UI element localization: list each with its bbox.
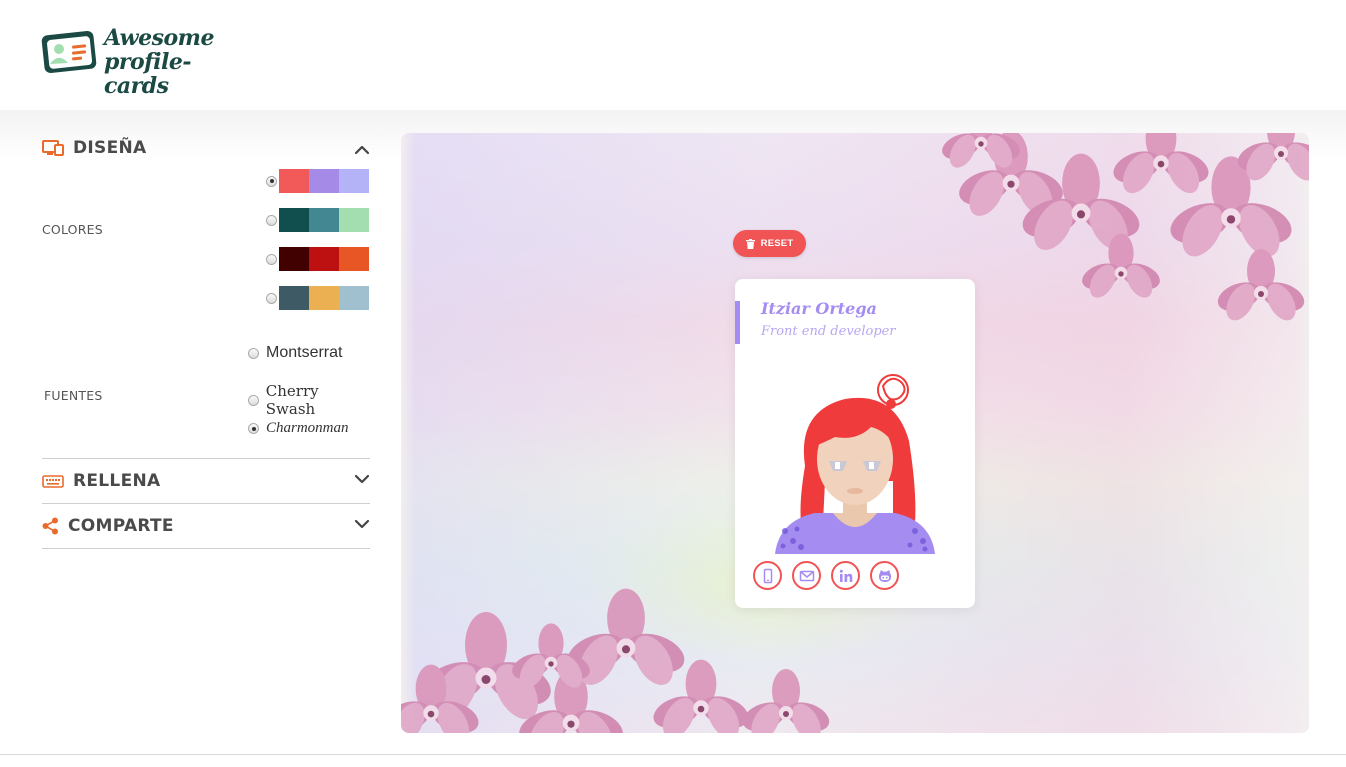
design-section-title: DISEÑA xyxy=(73,138,147,158)
chevron-up-icon[interactable] xyxy=(354,142,370,158)
avatar-illustration xyxy=(775,374,935,554)
reset-button[interactable]: RESET xyxy=(733,230,806,257)
design-icon xyxy=(42,140,64,156)
social-links xyxy=(753,561,899,590)
font-label-charmonman: Charmonman xyxy=(266,420,349,436)
share-section-header[interactable]: COMPARTE xyxy=(42,504,370,548)
mobile-icon xyxy=(763,568,772,583)
font-option-charmonman[interactable]: Charmonman xyxy=(248,420,349,437)
reset-label: RESET xyxy=(760,238,794,249)
font-option-cherry-swash[interactable]: Cherry Swash xyxy=(248,382,370,418)
email-link[interactable] xyxy=(792,561,821,590)
palette-4-color-1 xyxy=(279,286,309,310)
palette-3-color-1 xyxy=(279,247,309,271)
share-section-title: COMPARTE xyxy=(68,516,174,536)
font-label-cherry-swash: Cherry Swash xyxy=(265,382,319,418)
palette-radio-1[interactable] xyxy=(266,175,277,187)
profile-card: Itziar Ortega Front end developer xyxy=(735,279,975,608)
trash-icon xyxy=(745,238,755,249)
palette-option-4[interactable] xyxy=(266,286,369,310)
fill-section-header[interactable]: RELLENA xyxy=(42,459,370,503)
footer-divider xyxy=(0,754,1346,755)
palette-4-color-2 xyxy=(309,286,339,310)
font-radio-montserrat[interactable] xyxy=(248,347,259,359)
font-label-montserrat: Montserrat xyxy=(266,344,343,361)
palette-2-color-1 xyxy=(279,208,309,232)
share-icon xyxy=(42,517,58,535)
palette-4-color-3 xyxy=(339,286,369,310)
palette-option-1[interactable] xyxy=(266,169,369,193)
fill-section-title: RELLENA xyxy=(73,471,161,491)
card-job-title: Front end developer xyxy=(761,324,896,339)
github-icon xyxy=(878,569,891,582)
palette-option-2[interactable] xyxy=(266,208,369,232)
palette-1-color-3 xyxy=(339,169,369,193)
chevron-down-icon[interactable] xyxy=(354,516,370,532)
palette-1-color-2 xyxy=(309,169,339,193)
palette-radio-2[interactable] xyxy=(266,214,277,226)
palette-3-color-3 xyxy=(339,247,369,271)
font-radio-cherry-swash[interactable] xyxy=(248,394,259,406)
keyboard-icon xyxy=(42,475,64,488)
palette-2-color-2 xyxy=(309,208,339,232)
design-section-header[interactable]: DISEÑA xyxy=(42,130,370,166)
email-icon xyxy=(799,570,814,581)
sidebar: DISEÑA COLORES FUENTES Montserrat Cherry… xyxy=(42,130,370,549)
palette-radio-4[interactable] xyxy=(266,292,277,304)
profile-card-logo-icon xyxy=(41,30,97,74)
palette-option-3[interactable] xyxy=(266,247,369,271)
design-section-body: COLORES FUENTES Montserrat Cherry Swash … xyxy=(42,166,370,458)
brand-line-1: Awesome xyxy=(104,25,214,51)
card-name: Itziar Ortega xyxy=(761,299,877,318)
github-link[interactable] xyxy=(870,561,899,590)
colors-label: COLORES xyxy=(42,222,103,237)
brand-name: Awesome profile-cards xyxy=(104,26,250,98)
logo[interactable]: Awesome profile-cards xyxy=(40,26,250,98)
font-radio-charmonman[interactable] xyxy=(248,423,259,434)
header: Awesome profile-cards xyxy=(0,0,1346,110)
palette-radio-3[interactable] xyxy=(266,253,277,265)
brand-line-2: profile-cards xyxy=(104,49,191,99)
phone-link[interactable] xyxy=(753,561,782,590)
chevron-down-icon[interactable] xyxy=(354,471,370,487)
section-divider xyxy=(42,548,370,549)
linkedin-icon xyxy=(839,569,852,582)
card-accent-bar xyxy=(735,301,740,344)
font-option-montserrat[interactable]: Montserrat xyxy=(248,344,342,362)
card-preview-area: RESET Itziar Ortega Front end developer xyxy=(401,133,1309,733)
fonts-label: FUENTES xyxy=(44,388,103,403)
palette-1-color-1 xyxy=(279,169,309,193)
linkedin-link[interactable] xyxy=(831,561,860,590)
palette-2-color-3 xyxy=(339,208,369,232)
palette-3-color-2 xyxy=(309,247,339,271)
